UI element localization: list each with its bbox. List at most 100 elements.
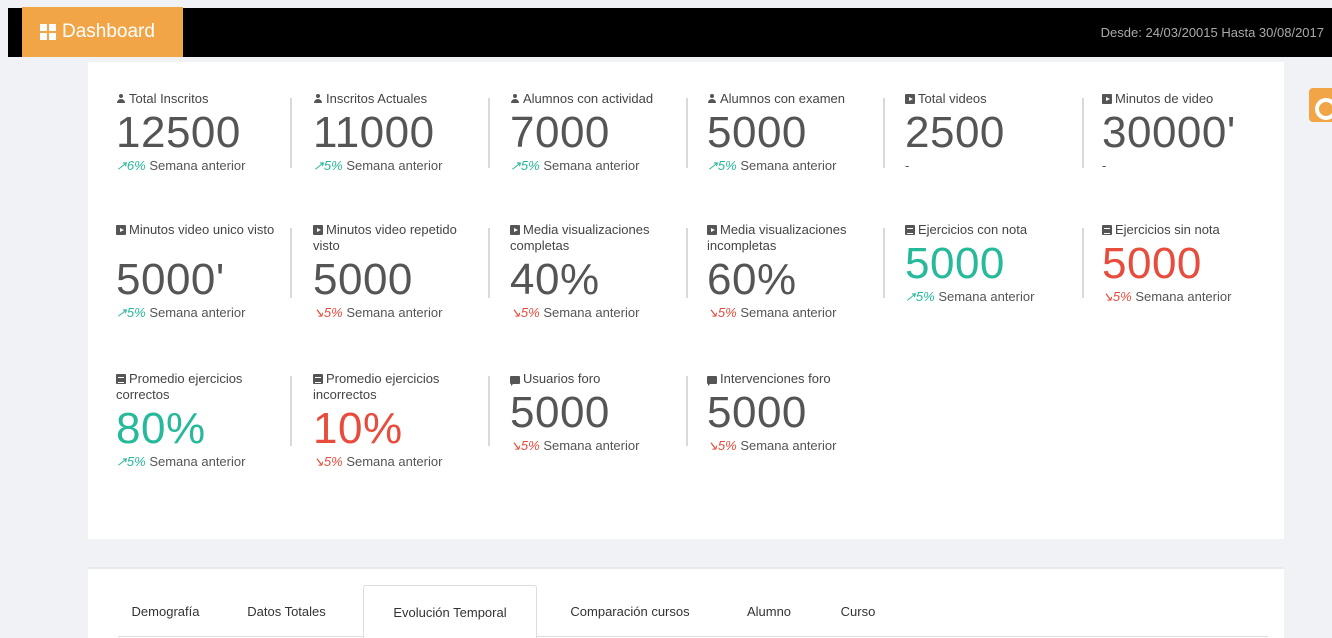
- stat-label: Promedio ejercicios incorrectos: [313, 371, 440, 402]
- stat-value: 5000: [905, 239, 1005, 288]
- stat-alumnos-actividad: Alumnos con actividad 7000 ↗5% Semana an…: [510, 91, 700, 174]
- dashboard-brand-button[interactable]: Dashboard: [22, 7, 183, 57]
- stat-promedio-correctos: Promedio ejercicios correctos 80% ↗5% Se…: [116, 371, 306, 470]
- stat-total-videos: Total videos 2500 -: [905, 91, 1095, 174]
- stat-ejercicios-con-nota: Ejercicios con nota 5000 ↗5% Semana ante…: [905, 222, 1095, 305]
- stat-value: 7000: [510, 108, 610, 157]
- divider: [488, 98, 490, 168]
- stat-trend: ↘5% Semana anterior: [313, 305, 443, 320]
- divider: [488, 376, 490, 446]
- trend-down-icon: ↘5%: [510, 305, 540, 320]
- date-range: Desde: 24/03/20015 Hasta 30/08/2017: [1100, 25, 1324, 40]
- stat-alumnos-examen: Alumnos con examen 5000 ↗5% Semana anter…: [707, 91, 897, 174]
- trend-up-icon: ↗5%: [313, 158, 343, 173]
- stat-label: Total Inscritos: [129, 91, 209, 106]
- dashboard-icon: [40, 24, 56, 40]
- stat-label: Media visualizaciones completas: [510, 222, 650, 253]
- stat-label: Inscritos Actuales: [326, 91, 428, 106]
- dashboard-title: Dashboard: [62, 21, 155, 42]
- chat-icon: [707, 376, 717, 386]
- stat-trend: ↘5% Semana anterior: [510, 305, 640, 320]
- stat-trend: -: [905, 158, 910, 173]
- stat-label: Ejercicios con nota: [918, 222, 1028, 237]
- stat-trend: ↘5% Semana anterior: [707, 305, 837, 320]
- stat-trend: ↗5% Semana anterior: [510, 158, 640, 173]
- user-icon: [116, 94, 126, 104]
- video-icon: [1102, 94, 1112, 104]
- tab-evolucion-temporal[interactable]: Evolución Temporal: [363, 585, 537, 638]
- stat-label: Minutos video unico visto: [129, 222, 275, 237]
- trend-up-icon: ↗5%: [707, 158, 737, 173]
- trend-up-icon: ↗5%: [510, 158, 540, 173]
- clipboard-icon: [313, 374, 323, 384]
- trend-down-icon: ↘5%: [1102, 289, 1132, 304]
- stat-trend: ↘5% Semana anterior: [313, 454, 443, 469]
- stat-total-inscritos: Total Inscritos 12500 ↗6% Semana anterio…: [116, 91, 306, 174]
- video-icon: [116, 225, 126, 235]
- trend-down-icon: ↘5%: [313, 305, 343, 320]
- divider: [686, 98, 688, 168]
- stat-label: Intervenciones foro: [720, 371, 831, 386]
- stat-value: 2500: [905, 108, 1005, 157]
- divider: [883, 98, 885, 168]
- stat-value: 40%: [510, 255, 600, 304]
- trend-down-icon: ↘5%: [707, 438, 737, 453]
- clipboard-icon: [905, 225, 915, 235]
- trend-down-icon: ↘5%: [313, 454, 343, 469]
- tab-comparacion-cursos[interactable]: Comparación cursos: [550, 585, 710, 638]
- stat-value: 5000': [116, 255, 225, 304]
- stat-media-completas: Media visualizaciones completas 40% ↘5% …: [510, 222, 700, 321]
- stat-minutos-video-unico: Minutos video unico visto 5000' ↗5% Sema…: [116, 222, 306, 321]
- stat-intervenciones-foro: Intervenciones foro 5000 ↘5% Semana ante…: [707, 371, 897, 454]
- stat-value: 11000: [313, 108, 435, 157]
- stat-trend: ↗5% Semana anterior: [116, 305, 246, 320]
- stat-label: Total videos: [918, 91, 987, 106]
- stat-value: 12500: [116, 108, 241, 157]
- divider: [290, 376, 292, 446]
- trend-up-icon: ↗6%: [116, 158, 146, 173]
- stat-promedio-incorrectos: Promedio ejercicios incorrectos 10% ↘5% …: [313, 371, 503, 470]
- tab-curso[interactable]: Curso: [822, 585, 894, 638]
- stat-value: 60%: [707, 255, 797, 304]
- tab-datos-totales[interactable]: Datos Totales: [225, 585, 348, 638]
- chat-icon: [510, 376, 520, 386]
- trend-up-icon: ↗5%: [116, 305, 146, 320]
- clipboard-icon: [1102, 225, 1112, 235]
- stat-label: Minutos video repetido visto: [313, 222, 457, 253]
- tab-demografia[interactable]: Demografía: [112, 585, 219, 638]
- stat-value: 5000: [1102, 239, 1202, 288]
- stat-trend: -: [1102, 158, 1107, 173]
- user-icon: [510, 94, 520, 104]
- stat-label: Usuarios foro: [523, 371, 601, 386]
- divider: [1082, 228, 1084, 298]
- stat-trend: ↗5% Semana anterior: [707, 158, 837, 173]
- clipboard-icon: [116, 374, 126, 384]
- stat-ejercicios-sin-nota: Ejercicios sin nota 5000 ↘5% Semana ante…: [1102, 222, 1292, 305]
- stat-trend: ↗5% Semana anterior: [313, 158, 443, 173]
- divider: [1082, 98, 1084, 168]
- divider: [290, 98, 292, 168]
- stat-value: 5000: [510, 388, 610, 437]
- settings-gear-icon[interactable]: [1309, 88, 1332, 122]
- stat-usuarios-foro: Usuarios foro 5000 ↘5% Semana anterior: [510, 371, 700, 454]
- stat-minutos-video-repetido: Minutos video repetido visto 5000 ↘5% Se…: [313, 222, 503, 321]
- stat-label: Ejercicios sin nota: [1115, 222, 1220, 237]
- video-icon: [313, 225, 323, 235]
- stat-trend: ↘5% Semana anterior: [1102, 289, 1232, 304]
- stat-trend: ↗5% Semana anterior: [116, 454, 246, 469]
- divider: [290, 228, 292, 298]
- divider: [686, 228, 688, 298]
- video-icon: [510, 225, 520, 235]
- trend-up-icon: ↗5%: [116, 454, 146, 469]
- user-icon: [313, 94, 323, 104]
- stat-value: 5000: [313, 255, 413, 304]
- tab-alumno[interactable]: Alumno: [730, 585, 808, 638]
- stat-trend: ↗5% Semana anterior: [905, 289, 1035, 304]
- stat-trend: ↘5% Semana anterior: [510, 438, 640, 453]
- stat-label: Alumnos con actividad: [523, 91, 654, 106]
- stat-value: 30000': [1102, 108, 1236, 157]
- stat-trend: ↗6% Semana anterior: [116, 158, 246, 173]
- stat-value: 5000: [707, 108, 807, 157]
- divider: [488, 228, 490, 298]
- stat-value: 10%: [313, 404, 403, 453]
